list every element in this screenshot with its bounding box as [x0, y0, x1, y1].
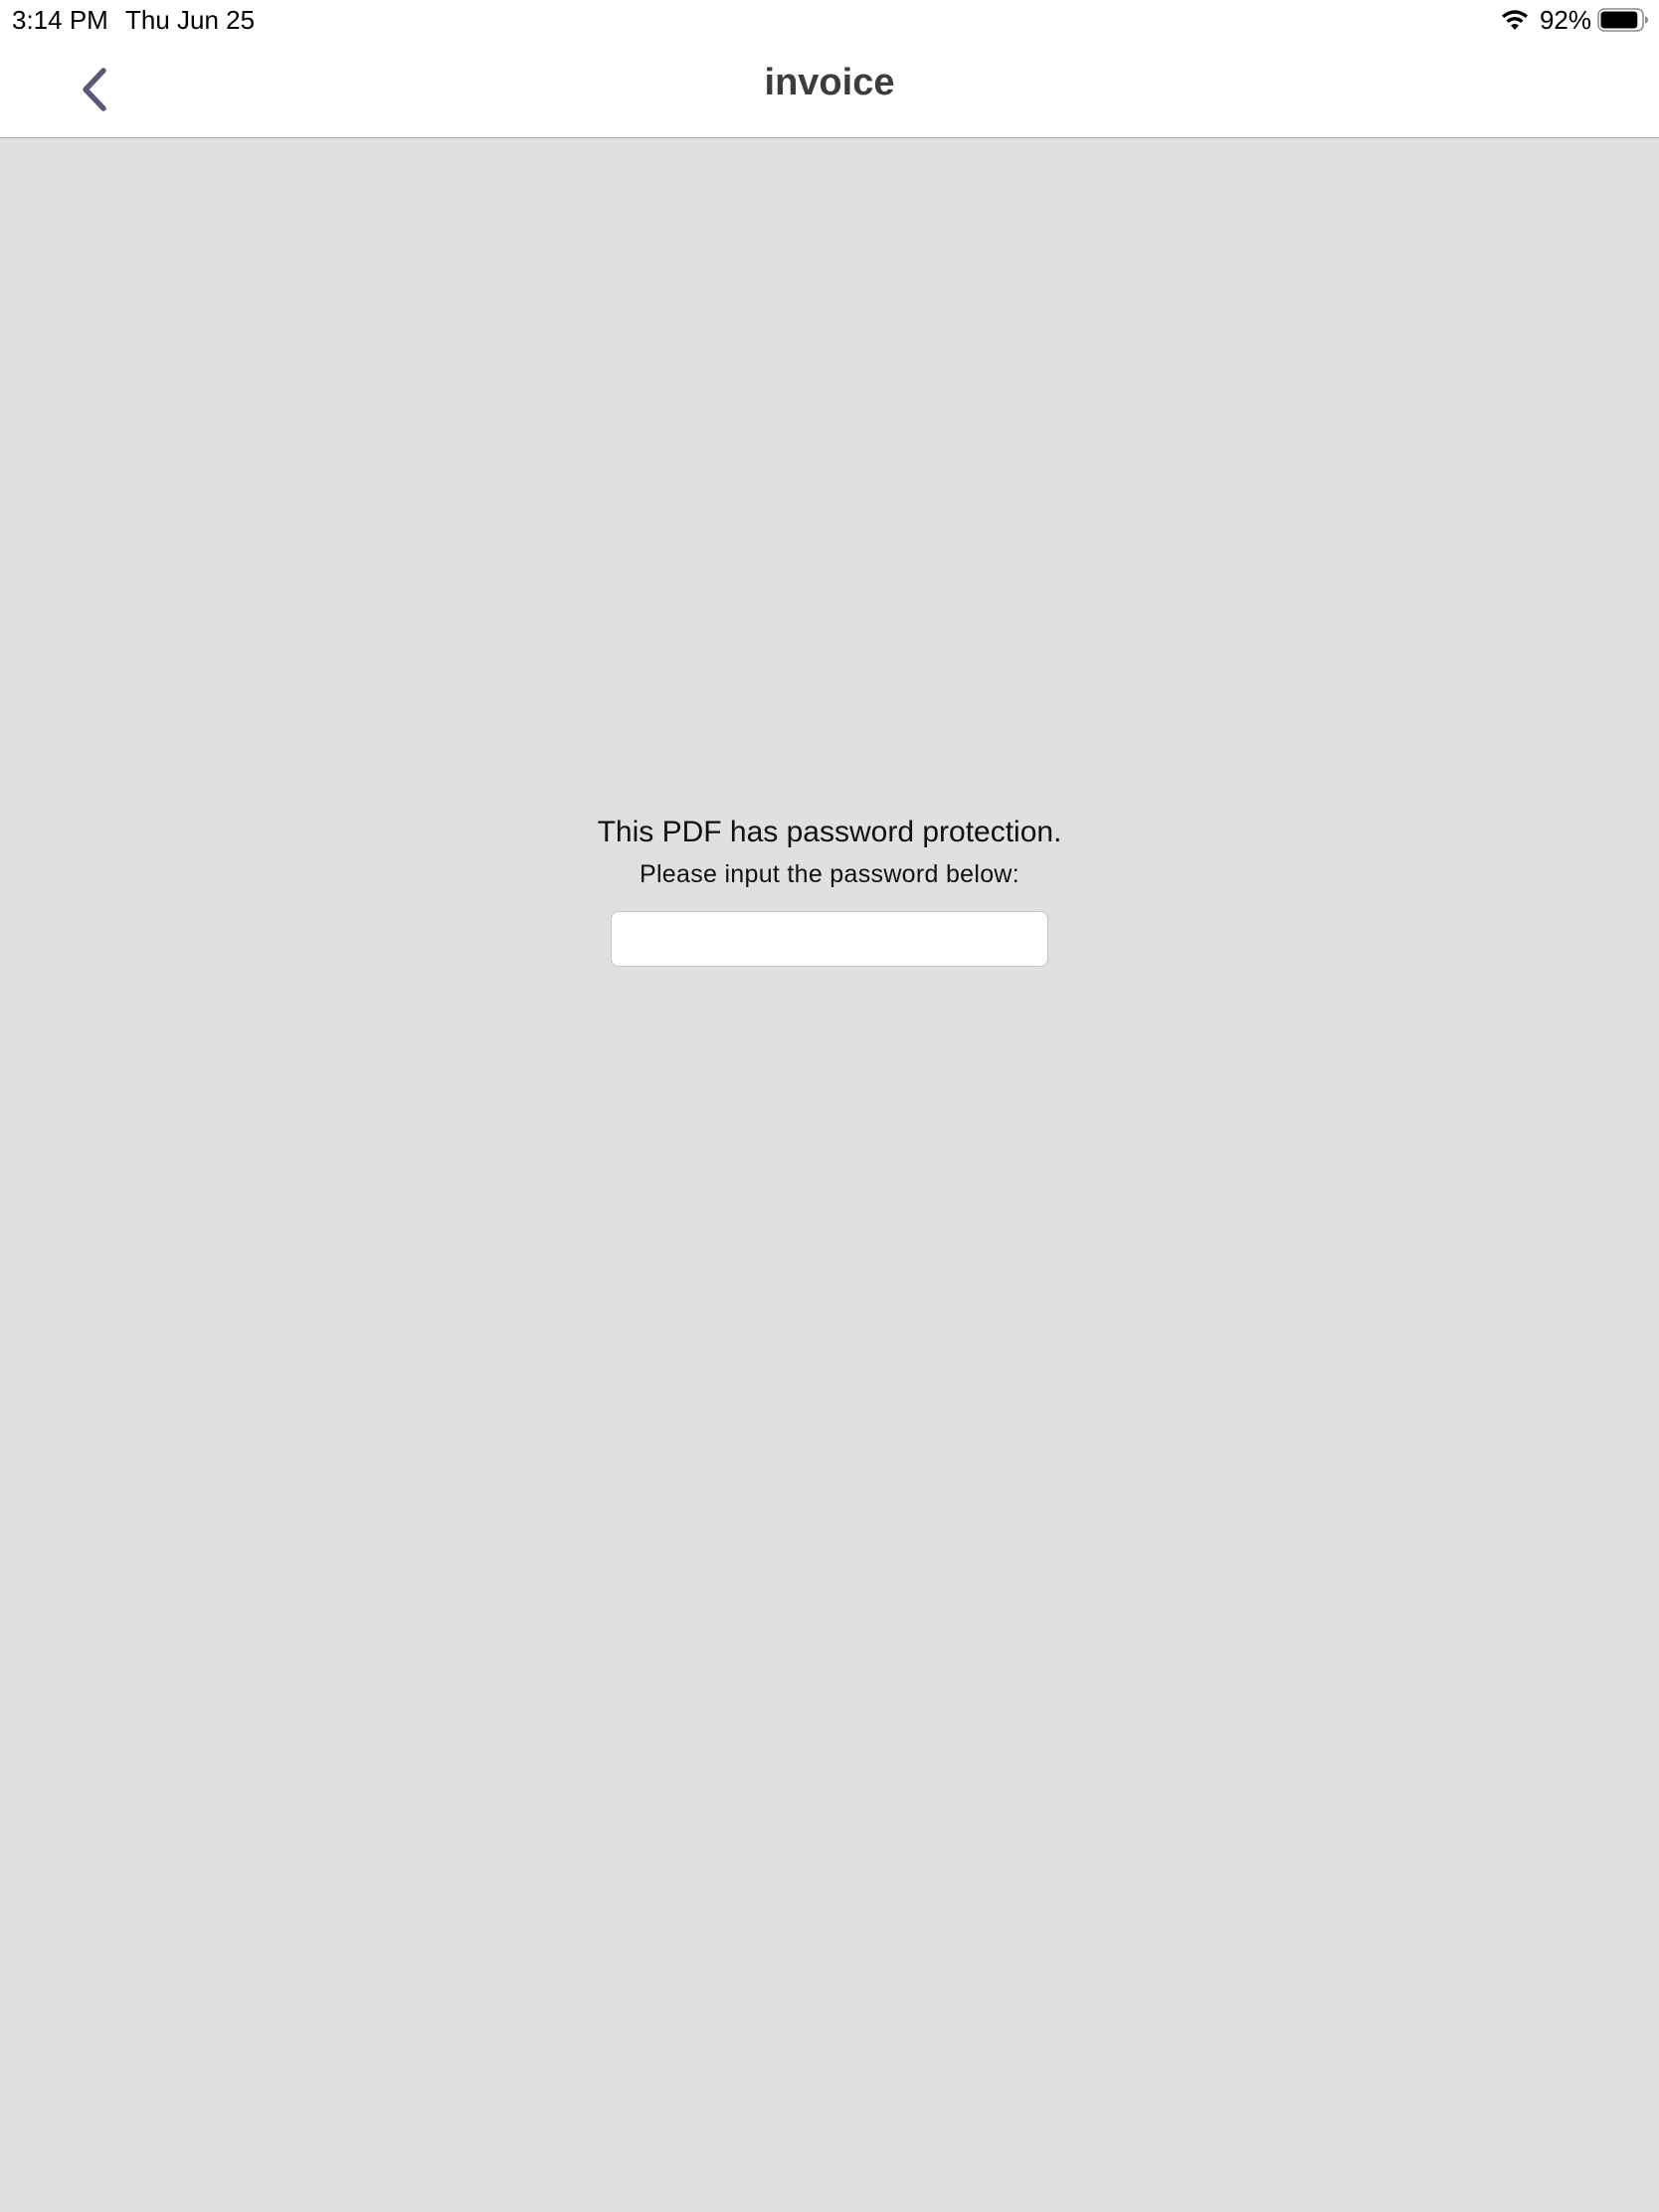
- battery-percent: 92%: [1539, 4, 1591, 35]
- status-time: 3:14 PM: [12, 5, 108, 35]
- status-date: Thu Jun 25: [125, 5, 256, 35]
- status-bar: 3:14 PM Thu Jun 25 92%: [0, 0, 1659, 40]
- battery-fill: [1600, 11, 1638, 29]
- screen: 3:14 PM Thu Jun 25 92% invoice This PDF …: [0, 0, 1659, 2212]
- password-prompt-instruction: Please input the password below:: [639, 860, 1020, 888]
- navigation-bar: invoice: [0, 40, 1659, 138]
- wifi-icon: [1501, 10, 1528, 30]
- password-input[interactable]: [611, 911, 1048, 967]
- page-title: invoice: [764, 62, 895, 103]
- password-prompt-heading: This PDF has password protection.: [597, 816, 1062, 848]
- password-prompt: This PDF has password protection. Please…: [0, 811, 1659, 967]
- status-indicators: 92%: [1500, 5, 1649, 35]
- battery-icon: [1597, 8, 1648, 32]
